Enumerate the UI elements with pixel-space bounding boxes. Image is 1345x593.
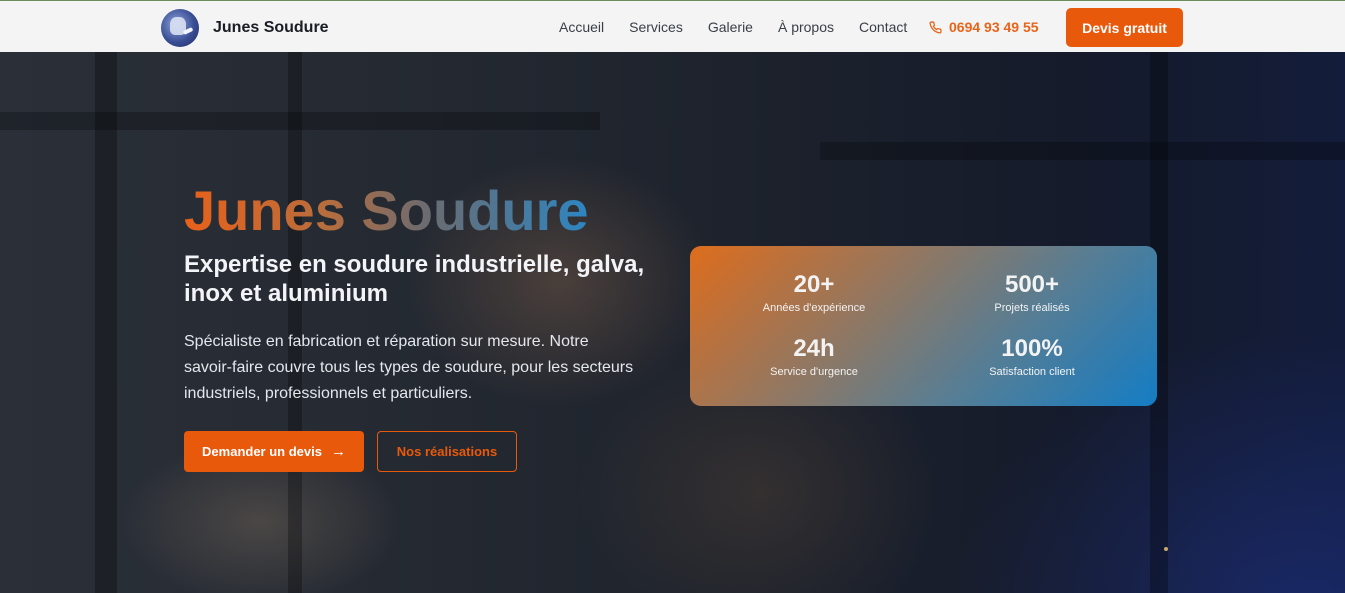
hero-subtitle: Expertise en soudure industrielle, galva…	[184, 251, 645, 307]
phone-link[interactable]: 0694 93 49 55	[929, 1, 1039, 53]
hero-section: Junes Soudure Expertise en soudure indus…	[0, 52, 1345, 593]
stat-projects: 500+ Projets réalisés	[932, 271, 1132, 315]
nav-link-accueil[interactable]: Accueil	[559, 19, 604, 35]
background-pillar	[95, 52, 117, 593]
stats-card: 20+ Années d'expérience 500+ Projets réa…	[690, 246, 1157, 406]
brand[interactable]: Junes Soudure	[161, 9, 329, 47]
stat-satisfaction: 100% Satisfaction client	[932, 335, 1132, 379]
nav-link-services[interactable]: Services	[629, 19, 683, 35]
welder-logo-icon	[161, 9, 199, 47]
arrow-right-icon: →	[330, 443, 346, 460]
background-beam	[0, 112, 600, 130]
hero-title: Junes Soudure	[184, 179, 589, 242]
nav-link-contact[interactable]: Contact	[859, 19, 907, 35]
nos-realisations-button[interactable]: Nos réalisations	[377, 431, 517, 472]
stat-experience: 20+ Années d'expérience	[714, 271, 914, 315]
phone-number: 0694 93 49 55	[949, 19, 1039, 35]
main-nav: Accueil Services Galerie À propos Contac…	[559, 1, 932, 53]
navbar: Junes Soudure Accueil Services Galerie À…	[0, 0, 1345, 52]
stat-label: Satisfaction client	[989, 366, 1075, 378]
phone-icon	[929, 20, 942, 34]
stat-label: Années d'expérience	[762, 302, 866, 314]
hero-description: Spécialiste en fabrication et réparation…	[184, 333, 634, 402]
stat-label: Service d'urgence	[770, 366, 858, 378]
brand-name: Junes Soudure	[213, 19, 329, 36]
background-pillar	[288, 52, 302, 593]
stat-value: 24h	[793, 335, 835, 362]
stat-value: 20+	[793, 271, 835, 298]
background-beam	[820, 142, 1345, 160]
stat-urgence: 24h Service d'urgence	[714, 335, 914, 379]
stat-value: 500+	[1004, 271, 1060, 298]
stat-label: Projets réalisés	[994, 302, 1070, 314]
devis-gratuit-button[interactable]: Devis gratuit	[1066, 8, 1183, 47]
nav-link-a-propos[interactable]: À propos	[778, 19, 834, 35]
nav-link-galerie[interactable]: Galerie	[708, 19, 753, 35]
demander-devis-label: Demander un devis	[202, 444, 322, 459]
demander-devis-button[interactable]: Demander un devis →	[184, 431, 364, 472]
spark-dot	[1164, 547, 1168, 551]
stat-value: 100%	[1001, 335, 1063, 362]
